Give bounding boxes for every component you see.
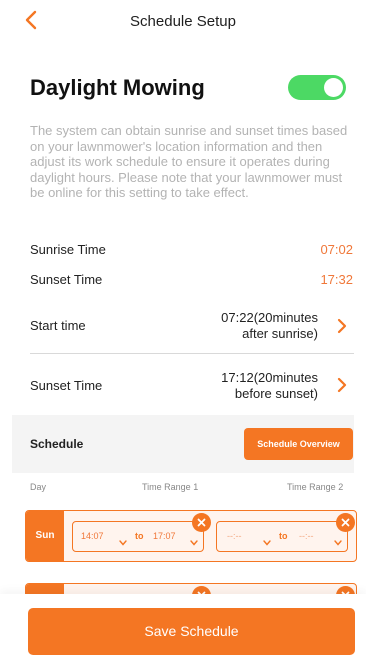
chevron-down-icon <box>334 533 342 546</box>
chevron-right-icon <box>336 318 348 334</box>
end-time-value-line1: 17:12(20minutes <box>221 370 318 385</box>
start-time-value: 07:22(20minutes after sunrise) <box>221 310 318 342</box>
range1-separator: to <box>135 531 144 541</box>
range2-from: --:-- <box>227 531 242 541</box>
start-time-value-line1: 07:22(20minutes <box>221 310 318 325</box>
chevron-down-icon <box>119 533 127 546</box>
sunrise-label: Sunrise Time <box>30 242 106 257</box>
daylight-mowing-toggle[interactable] <box>288 75 346 100</box>
schedule-overview-button[interactable]: Schedule Overview <box>244 428 353 460</box>
sunrise-value: 07:02 <box>320 242 353 257</box>
top-bar: Schedule Setup <box>0 0 366 44</box>
clear-range-icon[interactable] <box>192 513 211 532</box>
range1-to: 17:07 <box>153 531 176 541</box>
column-header-day: Day <box>30 482 47 492</box>
divider <box>30 353 354 354</box>
start-time-row[interactable]: Start time 07:22(20minutes after sunrise… <box>30 308 354 344</box>
daylight-description: The system can obtain sunrise and sunset… <box>30 123 348 201</box>
schedule-label: Schedule <box>30 437 84 451</box>
end-time-label: Sunset Time <box>30 378 103 393</box>
column-header-range2: Time Range 2 <box>287 482 344 492</box>
chevron-right-icon <box>336 377 348 393</box>
sunset-value: 17:32 <box>320 272 353 287</box>
start-time-label: Start time <box>30 318 86 333</box>
range2-separator: to <box>279 531 288 541</box>
end-time-row[interactable]: Sunset Time 17:12(20minutes before sunse… <box>30 369 354 403</box>
start-time-value-line2: after sunrise) <box>242 326 318 341</box>
time-range-1[interactable]: 14:07 to 17:07 <box>72 513 211 552</box>
end-time-value: 17:12(20minutes before sunset) <box>221 370 318 402</box>
toggle-knob <box>324 78 343 97</box>
chevron-down-icon <box>263 533 271 546</box>
chevron-down-icon <box>190 533 198 546</box>
sunset-row: Sunset Time 17:32 <box>30 272 353 287</box>
schedule-row-sun: Sun 14:07 to 17:07 --:-- to --:-- <box>25 510 357 562</box>
sunset-label: Sunset Time <box>30 272 103 287</box>
sunrise-row: Sunrise Time 07:02 <box>30 242 353 257</box>
daylight-mowing-title: Daylight Mowing <box>30 75 205 100</box>
time-range-2[interactable]: --:-- to --:-- <box>216 513 355 552</box>
end-time-value-line2: before sunset) <box>234 386 318 401</box>
range1-from: 14:07 <box>81 531 104 541</box>
day-tag: Sun <box>26 511 64 561</box>
column-header-range1: Time Range 1 <box>142 482 199 492</box>
page-title: Schedule Setup <box>130 13 236 30</box>
save-schedule-button[interactable]: Save Schedule <box>28 608 355 655</box>
clear-range-icon[interactable] <box>336 513 355 532</box>
range2-to: --:-- <box>299 531 314 541</box>
